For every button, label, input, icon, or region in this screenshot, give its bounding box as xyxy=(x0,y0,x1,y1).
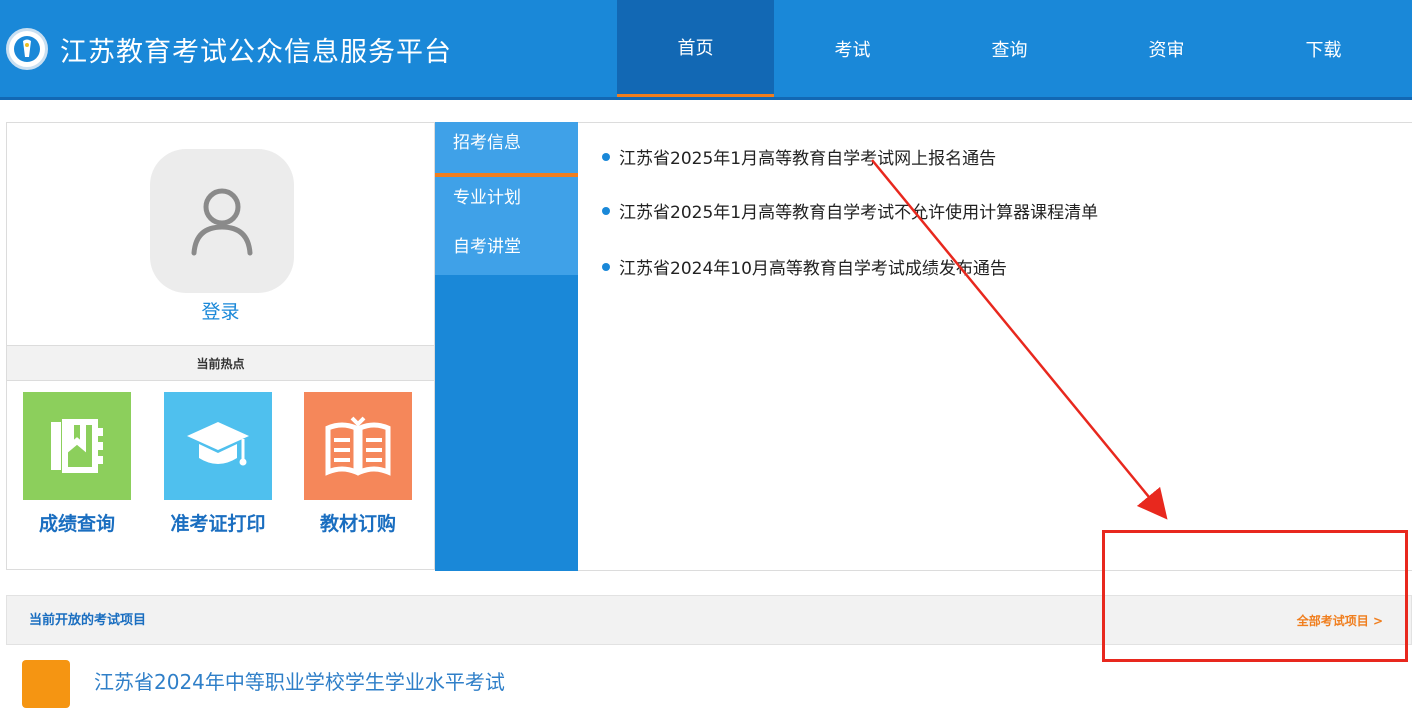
tab-recruitment-info[interactable]: 招考信息 xyxy=(435,122,578,177)
bullet-icon xyxy=(602,207,610,215)
tile-label-score[interactable]: 成绩查询 xyxy=(23,509,131,536)
news-title[interactable]: 江苏省2024年10月高等教育自学考试成绩发布通告 xyxy=(619,259,1007,279)
category-tabs: 招考信息 专业计划 自考讲堂 xyxy=(435,122,578,571)
bullet-icon xyxy=(602,263,610,271)
notebook-icon xyxy=(51,419,103,473)
annotation-box xyxy=(1102,530,1408,662)
textbook-order-tile[interactable] xyxy=(304,392,412,500)
top-header: 江苏教育考试公众信息服务平台 首页 考试 查询 资审 下载 xyxy=(0,0,1412,100)
emblem-icon xyxy=(6,28,48,70)
news-item[interactable]: 江苏省2024年10月高等教育自学考试成绩发布通告 xyxy=(602,254,1007,279)
news-title[interactable]: 江苏省2025年1月高等教育自学考试网上报名通告 xyxy=(619,149,996,169)
news-item[interactable]: 江苏省2025年1月高等教育自学考试网上报名通告 xyxy=(602,144,996,169)
hot-topics-title: 当前热点 xyxy=(7,345,434,381)
main-nav: 首页 考试 查询 资审 下载 xyxy=(617,0,1402,97)
bullet-icon xyxy=(602,153,610,161)
tab-major-plan[interactable]: 专业计划 xyxy=(435,177,578,226)
nav-download[interactable]: 下载 xyxy=(1245,0,1402,97)
nav-home[interactable]: 首页 xyxy=(617,0,774,97)
nav-exam[interactable]: 考试 xyxy=(774,0,931,97)
nav-review[interactable]: 资审 xyxy=(1088,0,1245,97)
user-icon xyxy=(191,188,253,256)
site-logo[interactable]: 江苏教育考试公众信息服务平台 xyxy=(6,28,452,70)
exam-icon xyxy=(22,660,70,708)
tile-label-ticket[interactable]: 准考证打印 xyxy=(148,509,288,536)
avatar[interactable] xyxy=(150,149,294,293)
exam-name[interactable]: 江苏省2024年中等职业学校学生学业水平考试 xyxy=(94,666,505,695)
login-panel: 登录 当前热点 成绩查询 准考证打印 教材订购 xyxy=(6,122,435,570)
open-book-icon xyxy=(325,416,391,476)
login-link[interactable]: 登录 xyxy=(7,297,434,324)
tab-self-study-lecture[interactable]: 自考讲堂 xyxy=(435,226,578,275)
news-item[interactable]: 江苏省2025年1月高等教育自学考试不允许使用计算器课程清单 xyxy=(602,198,1098,223)
admission-ticket-tile[interactable] xyxy=(164,392,272,500)
site-title: 江苏教育考试公众信息服务平台 xyxy=(60,36,452,68)
open-exams-title: 当前开放的考试项目 xyxy=(29,613,147,628)
graduation-cap-icon xyxy=(187,422,249,466)
nav-query[interactable]: 查询 xyxy=(931,0,1088,97)
tab-group: 专业计划 自考讲堂 xyxy=(435,177,578,275)
news-title[interactable]: 江苏省2025年1月高等教育自学考试不允许使用计算器课程清单 xyxy=(619,203,1098,223)
tile-label-textbook[interactable]: 教材订购 xyxy=(304,509,412,536)
news-panel: 江苏省2025年1月高等教育自学考试网上报名通告 江苏省2025年1月高等教育自… xyxy=(578,122,1412,571)
score-query-tile[interactable] xyxy=(23,392,131,500)
